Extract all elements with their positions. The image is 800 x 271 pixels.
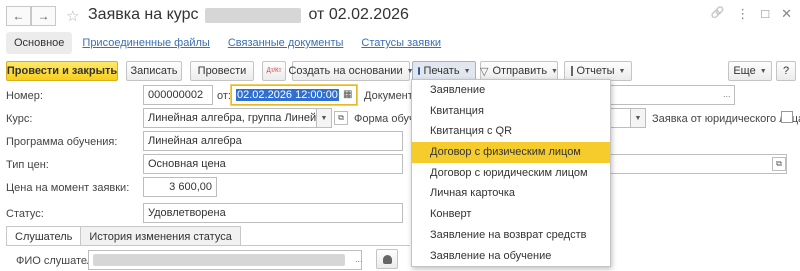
user-icon xyxy=(382,254,392,264)
tab-attached-files[interactable]: Присоединенные файлы xyxy=(74,32,217,54)
chevron-down-icon: ▼ xyxy=(551,67,558,75)
help-button[interactable]: ? xyxy=(776,61,796,81)
more-icon[interactable]: ⋮ xyxy=(736,6,749,22)
send-button[interactable]: ▽ Отправить ▼ xyxy=(480,61,558,81)
print-menu-item-contract-individual[interactable]: Договор с физическим лицом xyxy=(412,142,610,163)
print-menu-item-refund-application[interactable]: Заявление на возврат средств xyxy=(412,225,610,246)
legal-entity-label: Заявка от юридического лица: xyxy=(652,113,800,125)
print-label: Печать xyxy=(423,65,460,77)
create-based-on-label: Создать на основании xyxy=(288,65,403,77)
base-document-field-tail[interactable] xyxy=(611,85,735,105)
chevron-down-icon: ▼ xyxy=(463,67,471,75)
forward-button[interactable]: → xyxy=(31,6,56,26)
favorite-star-icon[interactable]: ☆ xyxy=(66,7,79,25)
close-icon[interactable]: ✕ xyxy=(781,6,792,22)
date-field[interactable]: 02.02.2026 12:00:00 xyxy=(231,85,357,105)
tab-related-documents[interactable]: Связанные документы xyxy=(220,32,352,54)
form-tabs: Основное Присоединенные файлы Связанные … xyxy=(6,32,451,54)
send-label: Отправить xyxy=(492,65,548,77)
chevron-down-icon: ▼ xyxy=(618,67,626,75)
course-open-icon[interactable]: ⧉ xyxy=(334,111,348,125)
printer-icon xyxy=(417,67,420,75)
print-menu-item-receipt[interactable]: Квитанция xyxy=(412,101,610,122)
price-label: Цена на момент заявки: xyxy=(6,182,130,194)
print-button[interactable]: Печать ▼ xyxy=(412,61,476,81)
calendar-icon[interactable]: ▦ xyxy=(343,89,352,100)
print-menu-item-receipt-qr[interactable]: Квитанция с QR xyxy=(412,121,610,142)
page-title: Заявка на курс от 02.02.2026 xyxy=(88,6,409,24)
print-menu-item-personal-card[interactable]: Личная карточка xyxy=(412,183,610,204)
status-label: Статус: xyxy=(6,208,44,220)
listener-select-icon[interactable]: ... xyxy=(355,254,363,264)
dtkt-button[interactable]: Дт/Кт xyxy=(262,61,286,81)
date-from-label: от: xyxy=(217,90,231,102)
chevron-down-icon: ▼ xyxy=(759,67,767,75)
print-menu: Заявление Квитанция Квитанция с QR Догов… xyxy=(411,79,611,267)
listener-card-button[interactable] xyxy=(376,249,398,269)
course-field[interactable]: Линейная алгебра, группа Линейная алгебр xyxy=(143,108,317,128)
title-redacted xyxy=(204,7,301,23)
tab-main[interactable]: Основное xyxy=(6,32,73,54)
maximize-icon[interactable]: □ xyxy=(761,6,769,22)
course-label: Курс: xyxy=(6,113,33,125)
study-form-dropdown[interactable]: ▼ xyxy=(630,108,646,128)
base-document-select-icon[interactable]: ... xyxy=(723,89,731,99)
back-arrow-icon: ← xyxy=(12,9,25,23)
tab-request-statuses[interactable]: Статусы заявки xyxy=(353,32,449,54)
price-field[interactable]: 3 600,00 xyxy=(143,177,217,197)
print-menu-item-study-application[interactable]: Заявление на обучение xyxy=(412,246,610,267)
more-label: Еще xyxy=(733,65,756,77)
report-icon xyxy=(570,66,573,76)
price-type-open-icon[interactable]: ⧉ xyxy=(772,157,786,171)
post-and-close-button[interactable]: Провести и закрыть xyxy=(6,61,118,81)
listener-tabs: Слушатель История изменения статуса xyxy=(6,226,241,246)
program-label: Программа обучения: xyxy=(6,136,118,148)
course-dropdown[interactable]: ▼ xyxy=(316,108,332,128)
listener-name-field[interactable] xyxy=(88,250,362,270)
back-button[interactable]: ← xyxy=(6,6,31,26)
price-type-label: Тип цен: xyxy=(6,159,49,171)
link-icon[interactable]: 🔗 xyxy=(711,6,725,22)
tab-status-history[interactable]: История изменения статуса xyxy=(80,226,241,246)
create-based-on-button[interactable]: Создать на основании ▼ xyxy=(288,61,414,81)
title-prefix: Заявка на курс xyxy=(88,6,199,23)
send-icon: ▽ xyxy=(480,65,489,78)
chevron-down-icon: ▼ xyxy=(634,114,642,122)
date-value: 02.02.2026 12:00:00 xyxy=(236,89,339,101)
study-form-field-tail[interactable] xyxy=(611,108,631,128)
price-type-field[interactable]: Основная цена xyxy=(143,154,403,174)
status-field[interactable]: Удовлетворена xyxy=(143,203,403,223)
more-actions-button[interactable]: Еще ▼ xyxy=(728,61,772,81)
price-type-field-tail[interactable] xyxy=(611,154,787,174)
listener-name-redacted xyxy=(93,254,345,266)
write-button[interactable]: Записать xyxy=(126,61,182,81)
reports-button[interactable]: Отчеты ▼ xyxy=(564,61,632,81)
print-menu-item-envelope[interactable]: Конверт xyxy=(412,204,610,225)
program-field[interactable]: Линейная алгебра xyxy=(143,131,403,151)
tab-listener[interactable]: Слушатель xyxy=(6,226,82,246)
print-menu-item-application[interactable]: Заявление xyxy=(412,80,610,101)
number-label: Номер: xyxy=(6,90,43,102)
title-suffix: от 02.02.2026 xyxy=(308,6,409,23)
chevron-down-icon: ▼ xyxy=(320,114,328,122)
post-button[interactable]: Провести xyxy=(190,61,254,81)
legal-entity-checkbox[interactable] xyxy=(781,111,793,123)
print-menu-item-contract-legal[interactable]: Договор с юридическим лицом xyxy=(412,163,610,184)
number-field[interactable]: 000000002 xyxy=(143,85,213,105)
reports-label: Отчеты xyxy=(576,65,615,77)
forward-arrow-icon: → xyxy=(37,9,50,23)
dtkt-icon: Дт/Кт xyxy=(266,67,282,74)
window-controls: 🔗 ⋮ □ ✕ xyxy=(711,6,792,22)
tab-panel-border xyxy=(6,245,410,246)
